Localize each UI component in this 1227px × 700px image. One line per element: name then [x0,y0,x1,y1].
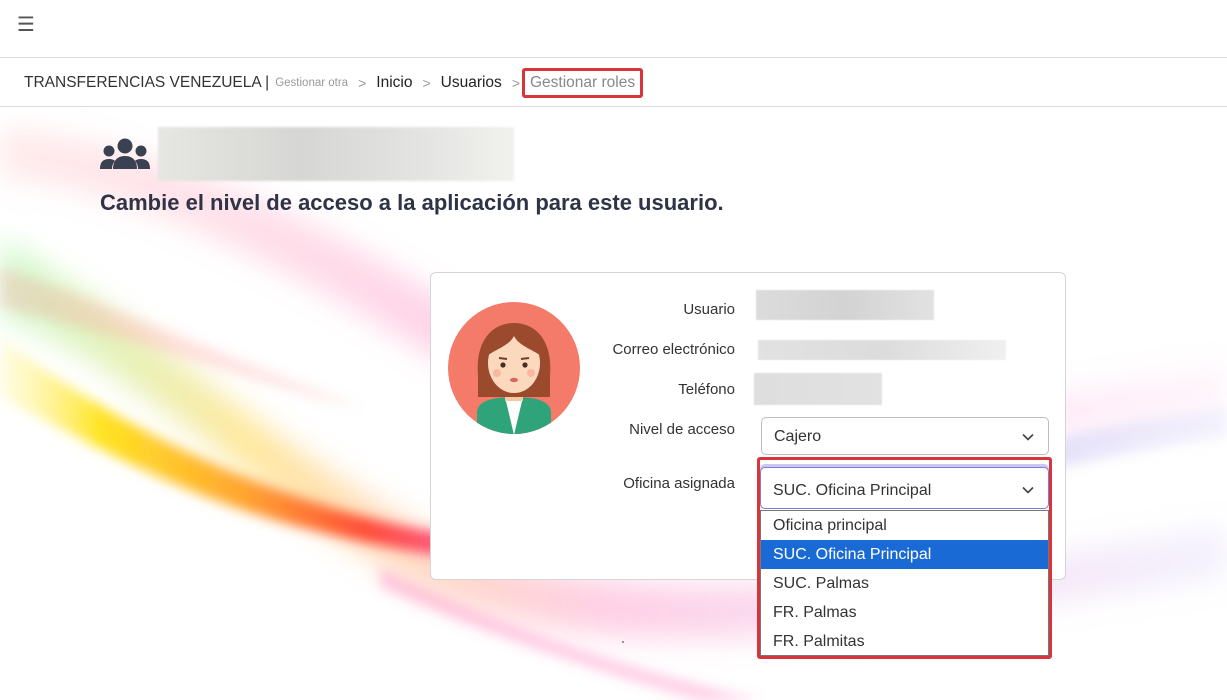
breadcrumb-separator: > [422,75,431,91]
blurred-phone-value [754,373,882,405]
office-label: Oficina asignada [623,475,735,492]
phone-label: Teléfono [678,381,735,398]
email-label: Correo electrónico [612,341,735,358]
office-select[interactable]: SUC. Oficina Principal [760,467,1049,509]
decorative-dot [622,641,624,643]
office-option[interactable]: FR. Palmitas [761,627,1048,656]
manage-other-link[interactable]: Gestionar otra [275,77,348,89]
hamburger-menu-icon[interactable]: ☰ [16,14,36,36]
breadcrumb-bar: TRANSFERENCIAS VENEZUELA | Gestionar otr… [0,58,1227,107]
breadcrumb-current: Gestionar roles [522,68,644,98]
office-option[interactable]: Oficina principal [761,511,1048,540]
page-subtitle: Cambie el nivel de acceso a la aplicació… [100,190,724,215]
chevron-down-icon [1022,433,1034,441]
top-bar: ☰ [0,0,1227,58]
blurred-user-name [158,127,514,181]
office-option-selected[interactable]: SUC. Oficina Principal [761,540,1048,569]
office-select-value: SUC. Oficina Principal [773,482,932,499]
blurred-email-value [758,340,1006,360]
breadcrumb-usuarios[interactable]: Usuarios [441,74,502,92]
breadcrumb-inicio[interactable]: Inicio [376,74,412,92]
user-label: Usuario [683,301,735,318]
blurred-user-value [756,290,934,320]
access-level-value: Cajero [774,428,822,445]
company-name: TRANSFERENCIAS VENEZUELA | [24,74,270,91]
chevron-down-icon [1022,486,1034,494]
users-group-icon [100,138,150,169]
breadcrumb: TRANSFERENCIAS VENEZUELA | Gestionar otr… [24,68,644,98]
breadcrumb-separator: > [358,75,367,91]
user-avatar [448,302,580,434]
breadcrumb-separator: > [511,75,520,91]
access-level-label: Nivel de acceso [629,421,735,438]
access-level-select[interactable]: Cajero [761,417,1049,455]
office-dropdown-list: Oficina principal SUC. Oficina Principal… [760,510,1049,656]
office-option[interactable]: FR. Palmas [761,598,1048,627]
office-option[interactable]: SUC. Palmas [761,569,1048,598]
